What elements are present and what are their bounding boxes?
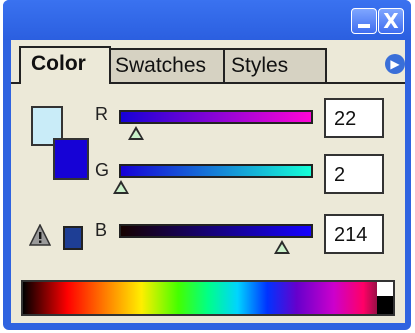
- slider-track-g[interactable]: [119, 164, 313, 178]
- value-field-r[interactable]: 22: [324, 98, 384, 138]
- color-spectrum-bar[interactable]: [21, 280, 395, 316]
- tab-color[interactable]: Color: [19, 46, 111, 84]
- close-button[interactable]: X: [378, 8, 404, 34]
- slider-track-b[interactable]: [119, 224, 313, 238]
- slider-label-b: B: [95, 220, 108, 240]
- minimize-button[interactable]: [351, 8, 377, 34]
- foreground-color-swatch[interactable]: [53, 138, 89, 180]
- title-bar[interactable]: X: [3, 0, 411, 40]
- black-swatch[interactable]: [377, 296, 393, 314]
- slider-label-r: R: [95, 104, 108, 124]
- slider-track-r[interactable]: [119, 110, 313, 124]
- tab-strip: Color Swatches Styles ▶: [11, 40, 405, 84]
- color-panel-window: X Color Swatches Styles ▶ R 22 G 2 B 214: [3, 0, 411, 330]
- close-icon: X: [383, 9, 399, 33]
- slider-thumb-b[interactable]: [273, 240, 290, 254]
- color-panel: Color Swatches Styles ▶ R 22 G 2 B 214: [11, 40, 405, 323]
- tab-styles[interactable]: Styles: [219, 48, 327, 82]
- slider-thumb-g[interactable]: [112, 180, 129, 194]
- slider-label-g: G: [95, 160, 110, 180]
- slider-thumb-r[interactable]: [127, 126, 144, 140]
- gamut-warning-swatch[interactable]: [63, 226, 83, 250]
- value-field-g[interactable]: 2: [324, 154, 384, 194]
- panel-menu-arrow-icon[interactable]: ▶: [385, 54, 405, 74]
- tab-swatches[interactable]: Swatches: [103, 48, 225, 82]
- value-field-b[interactable]: 214: [324, 214, 384, 254]
- warning-triangle-icon[interactable]: [28, 223, 52, 246]
